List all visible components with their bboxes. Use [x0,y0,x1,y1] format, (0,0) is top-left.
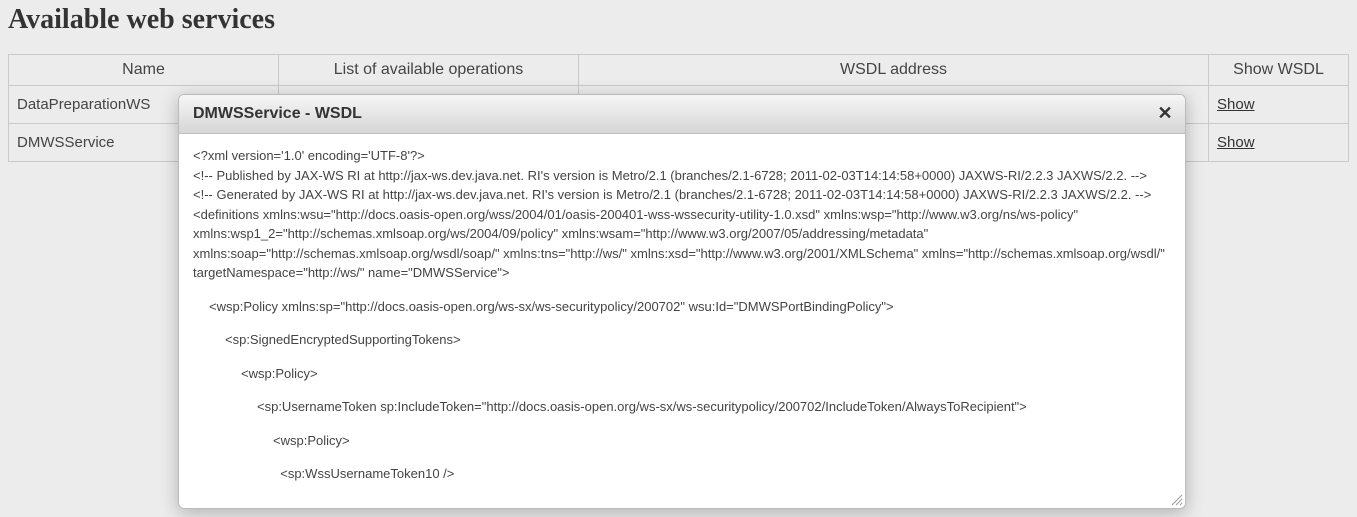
wsdl-line [193,350,1171,364]
resize-handle-icon[interactable] [1169,492,1183,506]
wsdl-line [193,283,1171,297]
show-wsdl-link[interactable]: Show [1217,134,1255,151]
wsdl-content[interactable]: <?xml version='1.0' encoding='UTF-8'?><!… [179,134,1185,508]
close-icon[interactable]: ✕ [1155,104,1175,124]
wsdl-line: <!-- Published by JAX-WS RI at http://ja… [193,166,1171,186]
wsdl-line: <?xml version='1.0' encoding='UTF-8'?> [193,146,1171,166]
col-header-ops: List of available operations [279,55,579,86]
wsdl-line: <wsp:Policy> [193,431,1171,451]
dialog-title: DMWSService - WSDL [193,105,362,123]
wsdl-line: <sp:UsernameToken sp:IncludeToken="http:… [193,397,1171,417]
wsdl-line: <wsp:Policy> [193,364,1171,384]
wsdl-line [193,316,1171,330]
wsdl-dialog: DMWSService - WSDL ✕ <?xml version='1.0'… [178,94,1186,509]
wsdl-line: <sp:SignedEncryptedSupportingTokens> [193,330,1171,350]
wsdl-line: <wsp:Policy xmlns:sp="http://docs.oasis-… [193,297,1171,317]
wsdl-line: <definitions xmlns:wsu="http://docs.oasi… [193,205,1171,283]
wsdl-line [193,383,1171,397]
wsdl-line [193,450,1171,464]
col-header-addr: WSDL address [579,55,1209,86]
wsdl-line [193,417,1171,431]
dialog-titlebar[interactable]: DMWSService - WSDL ✕ [179,95,1185,134]
col-header-name: Name [9,55,279,86]
wsdl-line: <!-- Generated by JAX-WS RI at http://ja… [193,185,1171,205]
wsdl-line: <sp:WssUsernameToken10 /> [193,464,1171,484]
col-header-show: Show WSDL [1209,55,1349,86]
show-wsdl-link[interactable]: Show [1217,96,1255,113]
page-title: Available web services [8,4,1349,36]
